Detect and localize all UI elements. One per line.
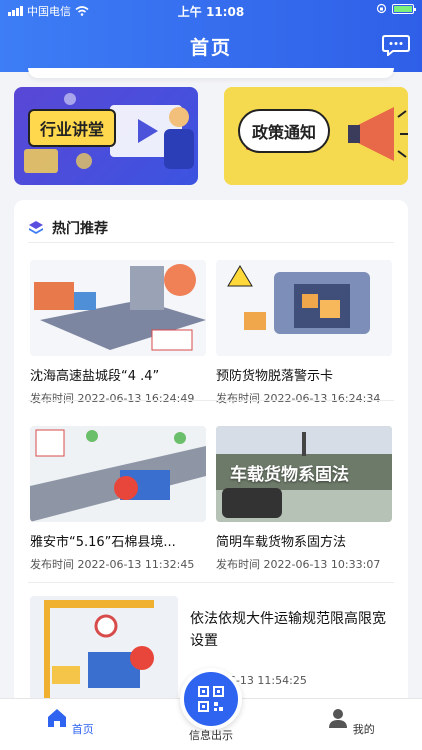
user-icon: [329, 709, 348, 728]
news-date: 发布时间 2022-06-13 16:24:34: [216, 392, 381, 405]
tab-home[interactable]: 首页: [30, 707, 110, 737]
status-bar: 中国电信 上午 11:08: [0, 3, 422, 19]
orientation-lock-icon: [376, 3, 387, 14]
divider: [28, 400, 394, 401]
qr-code-icon: [198, 686, 224, 712]
banner-industry-lecture[interactable]: 行业讲堂: [14, 87, 198, 185]
news-thumbnail: [30, 596, 178, 706]
news-date: 发布时间 2022-06-13 16:24:49: [30, 392, 195, 405]
news-item[interactable]: 沈海高速盐城段“4 .4” 发布时间 2022-06-13 16:24:49: [30, 260, 206, 406]
divider: [28, 242, 394, 243]
home-icon: [48, 709, 67, 727]
app-header: 中国电信 上午 11:08 首页: [0, 0, 422, 72]
news-title: 预防货物脱落警示卡: [216, 369, 334, 384]
news-thumbnail: [216, 260, 392, 356]
divider: [28, 582, 394, 583]
banner-label: 行业讲堂: [28, 109, 117, 147]
news-date: 发布时间 2022-06-13 10:33:07: [216, 558, 381, 571]
news-title: 沈海高速盐城段“4 .4”: [30, 369, 160, 384]
news-item[interactable]: 雅安市“5.16”石棉县境... 发布时间 2022-06-13 11:32:4…: [30, 426, 206, 572]
section-title: 热门推荐: [52, 221, 108, 237]
tab-label: 首页: [71, 723, 94, 736]
message-icon[interactable]: [382, 34, 410, 56]
news-title: 依法依规大件运输规范限高限宽设置: [190, 611, 386, 649]
banner-policy-notice[interactable]: 政策通知: [224, 87, 408, 185]
news-thumbnail: 车载货物系固法: [216, 426, 392, 522]
battery-icon: [392, 3, 416, 14]
news-title: 雅安市“5.16”石棉县境...: [30, 535, 176, 550]
news-item[interactable]: 车载货物系固法 简明车载货物系固方法 发布时间 2022-06-13 10:33…: [216, 426, 392, 572]
thumbnail-caption: 车载货物系固法: [230, 465, 349, 485]
news-title: 简明车载货物系固方法: [216, 535, 347, 550]
news-thumbnail: [30, 426, 206, 522]
tab-label: 我的: [352, 723, 375, 736]
layers-icon: [29, 221, 43, 234]
qr-code-button[interactable]: [180, 668, 242, 730]
tab-mine[interactable]: 我的: [311, 707, 391, 737]
header-card-edge: [28, 68, 394, 78]
banner-label: 政策通知: [238, 109, 331, 153]
news-item[interactable]: 预防货物脱落警示卡 发布时间 2022-06-13 16:24:34: [216, 260, 392, 406]
hot-recommend-card: 热门推荐 沈海高速盐城段“4 .4” 发布时间 2022-06-13 16:24…: [14, 200, 408, 720]
page-title: 首页: [189, 37, 232, 59]
news-date: 发布时间 2022-06-13 11:32:45: [30, 558, 195, 571]
status-time: 上午 11:08: [177, 5, 245, 19]
tab-label: 信息出示: [189, 729, 233, 742]
news-thumbnail: [30, 260, 206, 356]
